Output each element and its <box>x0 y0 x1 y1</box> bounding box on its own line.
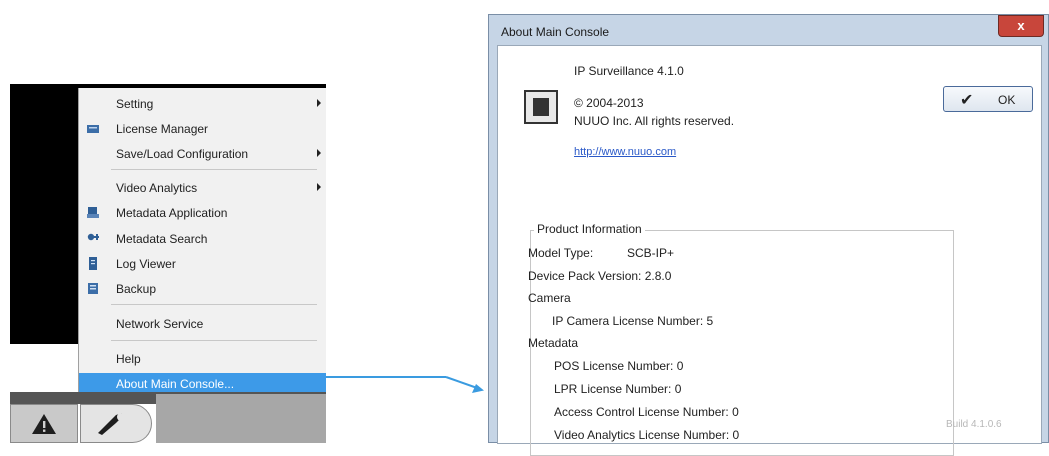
menu-separator <box>111 304 317 305</box>
menu-item-label: License Manager <box>116 122 209 136</box>
video-area <box>10 84 78 344</box>
copyright-text: © 2004-2013 <box>574 96 644 110</box>
rights-text: NUUO Inc. All rights reserved. <box>574 114 735 128</box>
camera-heading: Camera <box>528 291 571 305</box>
access-control-license: Access Control License Number: 0 <box>554 405 739 419</box>
menu-item-save-load-configuration[interactable]: Save/Load Configuration <box>79 143 326 165</box>
about-dialog: About Main Console x IP Surveillance 4.1… <box>488 14 1049 456</box>
menu-item-license-manager[interactable]: License Manager <box>79 118 326 140</box>
menu-item-label: Metadata Search <box>116 232 208 246</box>
pos-license: POS License Number: 0 <box>554 359 684 373</box>
metadata-heading: Metadata <box>528 336 579 350</box>
menu-item-setting[interactable]: Setting <box>79 93 326 115</box>
ip-camera-license: IP Camera License Number: 5 <box>552 314 714 328</box>
video-analytics-license: Video Analytics License Number: 0 <box>554 428 740 442</box>
submenu-arrow-icon <box>317 99 321 107</box>
menu-item-network-service[interactable]: Network Service <box>79 313 326 335</box>
menu-item-help[interactable]: Help <box>79 348 326 370</box>
website-link[interactable]: http://www.nuuo.com <box>574 146 676 158</box>
menu-item-log-viewer[interactable]: Log Viewer <box>79 253 326 275</box>
menu-item-backup[interactable]: Backup <box>79 278 326 300</box>
menu-item-label: Setting <box>116 97 154 111</box>
device-pack-version: Device Pack Version: 2.8.0 <box>528 269 672 283</box>
menu-item-label: Backup <box>116 282 157 296</box>
product-name: IP Surveillance 4.1.0 <box>574 64 684 78</box>
menu-item-label: Video Analytics <box>116 181 198 195</box>
menu-item-video-analytics[interactable]: Video Analytics <box>79 177 326 199</box>
tools-button[interactable] <box>80 404 152 443</box>
checkmark-icon: ✔ <box>960 92 974 109</box>
submenu-arrow-icon <box>317 183 321 191</box>
menu-item-label: Log Viewer <box>116 257 176 271</box>
menu-separator <box>111 340 317 341</box>
model-type-label: Model Type: <box>528 246 594 260</box>
menu-item-label: Save/Load Configuration <box>116 147 249 161</box>
submenu-arrow-icon <box>317 149 321 157</box>
dialog-body: IP Surveillance 4.1.0 © 2004-2013 NUUO I… <box>497 45 1042 456</box>
product-information-group <box>530 230 954 456</box>
main-menu: Setting License Manager Save/Load Config… <box>78 88 326 395</box>
lpr-license: LPR License Number: 0 <box>554 382 682 396</box>
dialog-title: About Main Console <box>501 25 610 39</box>
toolbar-background <box>156 394 326 443</box>
menu-item-label: Metadata Application <box>116 206 228 220</box>
menu-separator <box>111 169 317 170</box>
ok-button[interactable]: ✔ OK <box>943 86 1033 112</box>
build-version: Build 4.1.0.6 <box>946 419 1002 430</box>
context-menu-screenshot: Setting License Manager Save/Load Config… <box>10 84 326 443</box>
close-button[interactable]: x <box>998 15 1044 37</box>
license-icon <box>87 125 99 133</box>
wrench-icon <box>98 413 125 435</box>
menu-item-label: Help <box>116 352 141 366</box>
app-logo-icon <box>524 90 558 124</box>
product-information-title: Product Information <box>534 222 645 236</box>
warning-icon <box>32 414 56 434</box>
metadata-application-icon <box>87 207 99 218</box>
connector-arrow <box>326 376 484 393</box>
menu-item-label: Network Service <box>116 317 204 331</box>
menu-item-metadata-search[interactable]: Metadata Search <box>79 228 326 250</box>
menu-item-label: About Main Console... <box>116 377 235 391</box>
close-icon: x <box>1017 18 1025 33</box>
backup-icon <box>88 283 98 294</box>
model-type-value: SCB-IP+ <box>627 246 675 260</box>
ok-label: OK <box>998 93 1016 107</box>
dialog-titlebar[interactable]: About Main Console x <box>489 15 1048 45</box>
log-viewer-icon <box>89 257 97 270</box>
metadata-search-icon <box>87 233 99 241</box>
menu-item-metadata-application[interactable]: Metadata Application <box>79 202 326 224</box>
warning-button[interactable] <box>10 404 78 443</box>
